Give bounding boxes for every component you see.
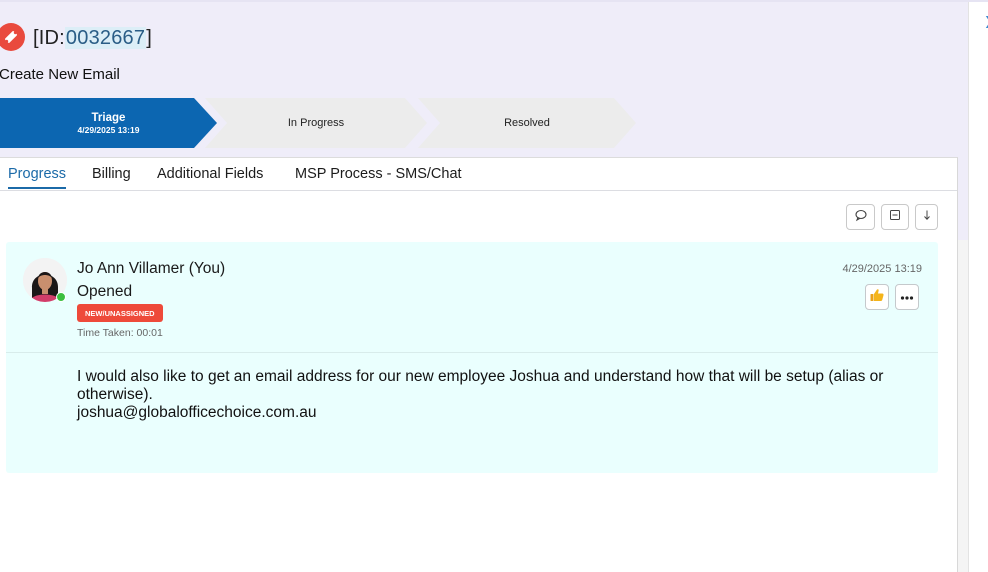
- entry-body-email: joshua@globalofficechoice.com.au: [77, 404, 317, 421]
- stage-resolved[interactable]: Resolved: [418, 98, 636, 148]
- collapse-all-button[interactable]: [881, 204, 909, 230]
- scrollbar-track[interactable]: [958, 240, 968, 572]
- time-taken: Time Taken: 00:01: [77, 327, 163, 339]
- tab-additional-fields[interactable]: Additional Fields: [157, 166, 263, 187]
- add-comment-button[interactable]: [846, 204, 875, 230]
- ticket-id: [ID:0032667]: [33, 27, 152, 50]
- sort-order-button[interactable]: [915, 204, 938, 230]
- stage-triage[interactable]: Triage 4/29/2025 13:19: [0, 98, 217, 148]
- collapse-icon: [889, 208, 901, 226]
- ticket-id-suffix: ]: [146, 27, 152, 49]
- more-options-button[interactable]: [895, 284, 919, 310]
- progress-entry-card: Jo Ann Villamer (You) Opened NEW/UNASSIG…: [6, 242, 938, 473]
- stage-progress-bar: Triage 4/29/2025 13:19 In Progress Resol…: [0, 98, 640, 148]
- right-side-panel: ❯: [968, 2, 988, 572]
- more-options-icon: [900, 288, 914, 306]
- sort-down-icon: [922, 208, 932, 226]
- stage-in-progress[interactable]: In Progress: [205, 98, 427, 148]
- tab-progress[interactable]: Progress: [8, 166, 67, 189]
- stage-name: Triage: [91, 111, 126, 124]
- entry-body-line: I would also like to get an email addres…: [77, 368, 884, 403]
- entry-author: Jo Ann Villamer (You): [77, 260, 226, 277]
- entry-body: I would also like to get an email addres…: [77, 368, 927, 422]
- ticket-panel: Progress Billing Additional Fields MSP P…: [0, 157, 958, 572]
- ticket-title: Create New Email: [0, 66, 120, 83]
- status-badge: NEW/UNASSIGNED: [77, 304, 163, 322]
- thumbs-up-icon: [869, 287, 885, 308]
- online-status-indicator: [56, 292, 66, 302]
- stage-name: Resolved: [504, 117, 550, 129]
- entry-status: Opened: [77, 283, 133, 300]
- ticket-icon: [0, 23, 25, 51]
- stage-date: 4/29/2025 13:19: [77, 124, 140, 135]
- ticket-header: [ID:0032667] Create New Email Triage 4/2…: [0, 2, 968, 157]
- tab-bar: Progress Billing Additional Fields MSP P…: [0, 158, 957, 191]
- tab-billing[interactable]: Billing: [92, 166, 131, 187]
- ticket-id-number[interactable]: 0032667: [64, 27, 147, 49]
- tab-msp-process-sms-chat[interactable]: MSP Process - SMS/Chat: [295, 166, 462, 187]
- stage-name: In Progress: [287, 117, 345, 129]
- chevron-right-icon[interactable]: ❯: [984, 14, 988, 28]
- entry-timestamp: 4/29/2025 13:19: [842, 263, 922, 275]
- comment-icon: [854, 208, 868, 227]
- ticket-id-prefix: [ID:: [33, 27, 65, 49]
- like-button[interactable]: [865, 284, 889, 310]
- entry-divider: [6, 352, 938, 353]
